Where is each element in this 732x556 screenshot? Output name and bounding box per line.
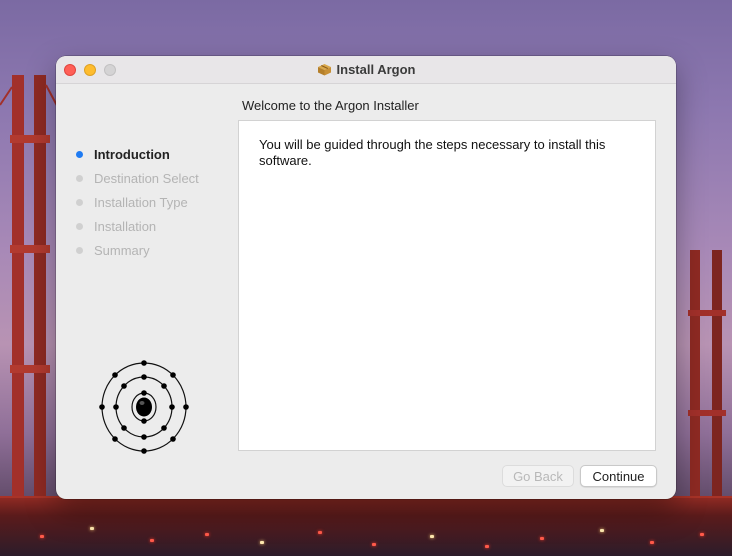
argon-atom-icon [99, 360, 189, 454]
step-introduction: Introduction [76, 142, 199, 166]
page-title: Welcome to the Argon Installer [242, 98, 419, 113]
step-label: Summary [94, 242, 150, 258]
step-installation: Installation [76, 214, 199, 238]
package-icon [317, 64, 331, 76]
title-bar[interactable]: Install Argon [56, 56, 676, 84]
step-indicator-dot [76, 222, 83, 230]
go-back-button[interactable]: Go Back [502, 465, 574, 487]
step-destination-select: Destination Select [76, 166, 199, 190]
window-title-group: Install Argon [317, 62, 416, 77]
bridge-tower-left [0, 75, 62, 556]
step-installation-type: Installation Type [76, 190, 199, 214]
step-indicator-dot [76, 246, 83, 254]
step-label: Destination Select [94, 170, 199, 186]
window-controls [64, 64, 116, 76]
step-indicator-dot [76, 174, 83, 182]
step-label: Installation Type [94, 194, 188, 210]
window-title: Install Argon [336, 62, 416, 77]
introduction-text: You will be guided through the steps nec… [259, 137, 606, 168]
bridge-lights [0, 515, 732, 555]
continue-button[interactable]: Continue [580, 465, 657, 487]
step-indicator-dot [76, 198, 83, 206]
step-label: Introduction [94, 146, 170, 162]
minimize-button[interactable] [84, 64, 96, 76]
step-indicator-dot [76, 150, 83, 158]
installer-window: Install Argon Welcome to the Argon Insta… [56, 56, 676, 499]
step-summary: Summary [76, 238, 199, 262]
step-label: Installation [94, 218, 157, 234]
installer-steps: Introduction Destination Select Installa… [76, 142, 199, 262]
zoom-button[interactable] [104, 64, 116, 76]
close-button[interactable] [64, 64, 76, 76]
content-panel: You will be guided through the steps nec… [238, 120, 656, 451]
